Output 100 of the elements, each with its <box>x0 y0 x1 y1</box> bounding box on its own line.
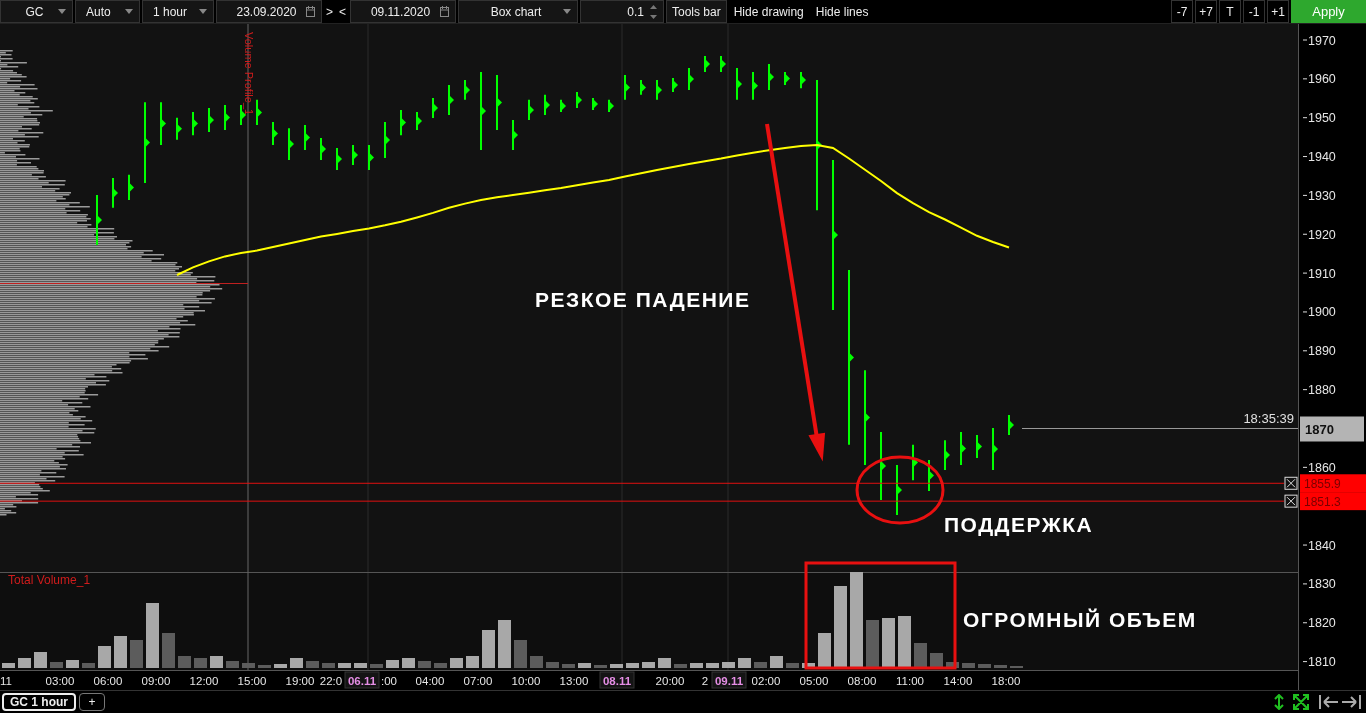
time-label: 02:00 <box>751 674 781 687</box>
symbol-dropdown[interactable]: GC <box>0 0 73 23</box>
caret-icon <box>58 9 66 14</box>
volume-bar <box>450 658 463 668</box>
volume-bar <box>866 620 879 668</box>
scale-dropdown[interactable]: Auto <box>75 0 140 23</box>
volume-bar <box>418 661 431 668</box>
volume-bar <box>658 658 671 668</box>
time-label: 18:35:39 <box>1243 410 1294 426</box>
volume-bar <box>290 658 303 668</box>
tick-size-spinner[interactable]: 0.1 <box>580 0 664 23</box>
volume-bar <box>2 663 15 668</box>
volume-bar <box>210 656 223 668</box>
shift-button[interactable]: -7 <box>1171 0 1193 23</box>
volume-bar <box>978 664 991 668</box>
time-label: 13:00 <box>559 674 589 687</box>
caret-icon <box>199 9 207 14</box>
shift-button[interactable]: -1 <box>1243 0 1265 23</box>
calendar-icon <box>440 6 449 17</box>
volume-bar <box>690 663 703 668</box>
volume-bar <box>802 663 815 668</box>
price-bar <box>784 71 790 86</box>
volume-bar <box>738 658 751 668</box>
axis-tick-label: 1830 <box>1302 577 1336 592</box>
volume-bar <box>50 662 63 668</box>
end-date-field[interactable]: 09.11.2020 <box>350 0 456 23</box>
volume-bar <box>626 663 639 668</box>
price-bar <box>464 80 470 100</box>
price-bar <box>592 97 598 110</box>
axis-tick-label: 1920 <box>1302 227 1336 242</box>
price-bar <box>208 108 214 133</box>
time-label: 15:00 <box>237 674 267 687</box>
price-bar <box>576 92 582 108</box>
volume-bar <box>322 663 335 668</box>
add-tab-button[interactable]: + <box>79 693 105 711</box>
close-icon[interactable] <box>1284 494 1298 508</box>
time-label: 22:0 <box>319 674 343 687</box>
price-bar <box>544 94 550 115</box>
price-bar <box>720 55 726 72</box>
caret-icon <box>125 9 133 14</box>
axis-tick-label: 1930 <box>1302 188 1336 203</box>
axis-tick-label: 1960 <box>1302 72 1336 87</box>
volume-bar <box>562 664 575 668</box>
chart-type-dropdown[interactable]: Box chart <box>458 0 578 23</box>
volume-bar <box>946 662 959 668</box>
volume-bar <box>498 620 511 668</box>
volume-bar <box>578 663 591 668</box>
volume-bar <box>130 640 143 668</box>
annotation-text: РЕЗКОЕ ПАДЕНИЕ <box>535 288 751 311</box>
price-bar <box>496 75 502 131</box>
time-label: 11:00 <box>896 674 924 687</box>
axis-tick-label: 1860 <box>1302 460 1336 475</box>
volume-bar <box>98 646 111 668</box>
volume-bar <box>82 663 95 668</box>
price-bar <box>928 460 934 491</box>
price-bar <box>352 144 358 166</box>
volume-bar <box>338 663 351 668</box>
price-bar <box>432 97 438 119</box>
vertical-resize-icon[interactable] <box>1274 694 1284 710</box>
chart-tab[interactable]: GC 1 hour <box>2 693 76 711</box>
timeframe-dropdown[interactable]: 1 hour <box>142 0 214 23</box>
price-level-label: 1855.9 <box>1304 477 1341 492</box>
price-bar <box>624 75 630 100</box>
time-label: 04:00 <box>415 674 445 687</box>
volume-bar <box>194 658 207 668</box>
volume-bar <box>610 664 623 668</box>
volume-bar <box>514 640 527 668</box>
volume-bar <box>642 662 655 668</box>
price-bar <box>192 111 198 136</box>
price-bar <box>160 102 166 145</box>
shift-button[interactable]: +7 <box>1195 0 1217 23</box>
volume-bar <box>402 658 415 668</box>
scroll-arrows-icon[interactable] <box>1318 694 1362 710</box>
volume-bar <box>674 664 687 668</box>
volume-bar <box>18 658 31 668</box>
price-bar <box>880 432 886 500</box>
volume-bar <box>178 656 191 668</box>
volume-bar <box>386 660 399 668</box>
axis-tick-label: 1940 <box>1302 150 1336 165</box>
time-label: 18:00 <box>991 674 1021 687</box>
volume-bar <box>770 656 783 668</box>
volume-bar <box>722 662 735 668</box>
toolbar-button[interactable]: Tools bar <box>666 0 727 23</box>
shift-button[interactable]: T <box>1219 0 1241 23</box>
price-bar <box>976 435 982 458</box>
volume-bar <box>594 665 607 668</box>
last-price-marker <box>1300 416 1364 442</box>
fit-screen-icon[interactable] <box>1293 694 1309 710</box>
volume-bar <box>546 662 559 668</box>
time-label: 09:00 <box>141 674 171 687</box>
volume-bar <box>114 636 127 668</box>
price-bar <box>560 99 566 112</box>
time-label: 03:00 <box>45 674 75 687</box>
price-bar <box>224 104 230 131</box>
close-icon[interactable] <box>1284 476 1298 490</box>
start-date-field[interactable]: 23.09.2020 <box>216 0 322 23</box>
volume-bar <box>962 663 975 668</box>
shift-button[interactable]: +1 <box>1267 0 1289 23</box>
date-label: 09.11 <box>711 671 747 689</box>
price-bar <box>992 428 998 471</box>
